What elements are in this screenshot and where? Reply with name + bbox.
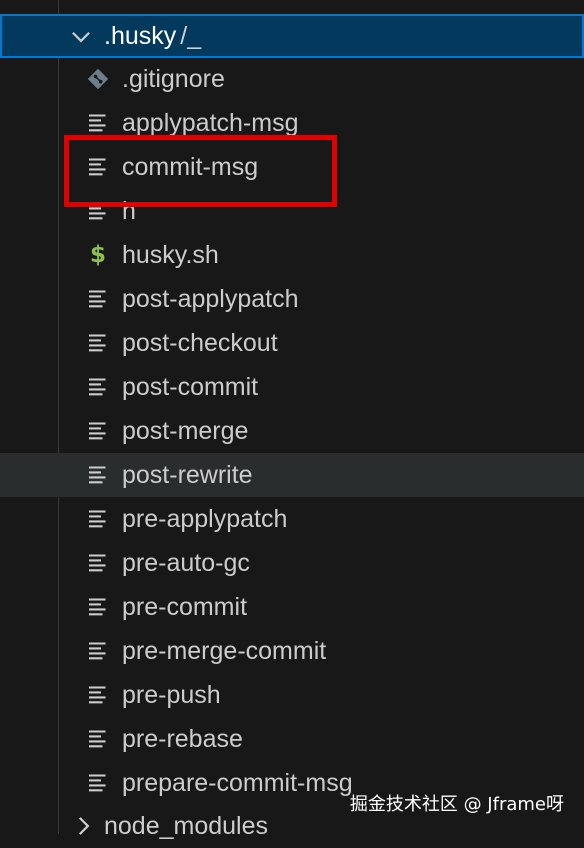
chevron-down-icon xyxy=(72,31,90,43)
folder-path-suffix: /_ xyxy=(180,21,202,50)
folder-label: .husky xyxy=(104,21,177,50)
file-row-post-checkout[interactable]: post-checkout xyxy=(0,321,584,365)
lines-icon xyxy=(89,774,106,792)
lines-icon xyxy=(89,334,106,352)
file-label: post-merge xyxy=(122,416,249,445)
file-row-post-rewrite[interactable]: post-rewrite xyxy=(0,453,584,497)
watermark: 掘金技术社区 @ Jframe呀 xyxy=(349,794,564,815)
chevron-right-icon xyxy=(78,817,90,835)
file-label: post-applypatch xyxy=(122,284,299,313)
lines-icon xyxy=(89,466,106,484)
folder-row-husky[interactable]: .husky /_ xyxy=(0,14,584,58)
file-row-pre-commit[interactable]: pre-commit xyxy=(0,585,584,629)
file-label: pre-rebase xyxy=(122,724,243,753)
file-label: prepare-commit-msg xyxy=(122,768,353,797)
file-label: post-checkout xyxy=(122,328,278,357)
file-row-pre-applypatch[interactable]: pre-applypatch xyxy=(0,497,584,541)
file-label: applypatch-msg xyxy=(122,108,299,137)
lines-icon xyxy=(89,554,106,572)
file-row-post-commit[interactable]: post-commit xyxy=(0,365,584,409)
file-label: pre-applypatch xyxy=(122,504,288,533)
file-label: pre-push xyxy=(122,680,221,709)
lines-icon xyxy=(89,378,106,396)
file-label: pre-auto-gc xyxy=(122,548,250,577)
file-row-pre-push[interactable]: pre-push xyxy=(0,673,584,717)
dollar-icon: $ xyxy=(89,242,106,268)
lines-icon xyxy=(89,510,106,528)
annotation-highlight-box xyxy=(64,135,337,207)
file-row-husky-sh[interactable]: $ husky.sh xyxy=(0,233,584,277)
lines-icon xyxy=(89,642,106,660)
file-row-post-applypatch[interactable]: post-applypatch xyxy=(0,277,584,321)
file-label: pre-commit xyxy=(122,592,248,621)
lines-icon xyxy=(89,598,106,616)
file-label: husky.sh xyxy=(122,240,219,269)
lines-icon xyxy=(89,114,106,132)
file-row-pre-auto-gc[interactable]: pre-auto-gc xyxy=(0,541,584,585)
file-label: post-commit xyxy=(122,372,259,401)
file-label: .gitignore xyxy=(122,64,225,93)
git-icon xyxy=(87,68,109,90)
lines-icon xyxy=(89,422,106,440)
file-row-pre-merge-commit[interactable]: pre-merge-commit xyxy=(0,629,584,673)
file-row-pre-rebase[interactable]: pre-rebase xyxy=(0,717,584,761)
file-row-post-merge[interactable]: post-merge xyxy=(0,409,584,453)
lines-icon xyxy=(89,686,106,704)
lines-icon xyxy=(89,290,106,308)
file-row-gitignore[interactable]: .gitignore xyxy=(0,57,584,101)
file-label: post-rewrite xyxy=(122,460,253,489)
lines-icon xyxy=(89,730,106,748)
folder-label: node_modules xyxy=(104,811,269,840)
file-label: pre-merge-commit xyxy=(122,636,327,665)
